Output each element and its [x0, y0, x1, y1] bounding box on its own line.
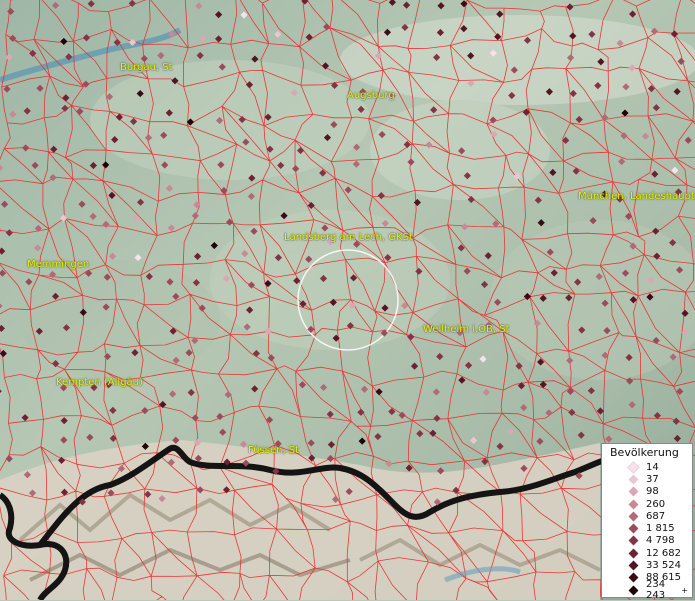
legend-item: 14: [606, 460, 688, 474]
place-label-burgau[interactable]: Burgau, St: [120, 62, 173, 73]
legend-swatch-icon: [628, 548, 639, 559]
place-label-augsburg[interactable]: Augsburg: [347, 90, 395, 101]
legend-item-label: 33 524: [646, 560, 681, 572]
legend-item-label: 260: [646, 498, 666, 510]
legend-item: 98: [606, 486, 688, 498]
legend-swatch-icon: [628, 560, 639, 571]
place-label-weilheim[interactable]: Weilheim i.OB, St: [423, 324, 510, 335]
legend-item-label: 14: [646, 461, 659, 473]
legend-title: Bevölkerung: [610, 446, 679, 459]
map-legend: Bevölkerung 14 37 98 260 687 1 815 4 798 12 682…: [601, 443, 693, 601]
legend-item-label: 4 798: [646, 535, 675, 547]
legend-item: 687: [606, 510, 688, 522]
legend-item: 37: [606, 473, 688, 485]
legend-swatch-icon: [628, 585, 639, 596]
legend-swatch-icon: [628, 572, 639, 583]
place-label-landsberg[interactable]: Landsberg am Lech, GKSt: [284, 232, 413, 243]
legend-swatch-icon: [628, 486, 639, 497]
legend-item-label: 687: [646, 510, 666, 522]
place-label-muenchen[interactable]: München, Landeshaupts: [578, 191, 695, 202]
legend-item: 12 682: [606, 547, 688, 559]
legend-item: 1 815: [606, 522, 688, 534]
legend-swatch-icon: [628, 535, 639, 546]
place-label-kempten[interactable]: Kempten (Allgäu): [56, 377, 143, 388]
legend-item-label: 1 815: [646, 523, 675, 535]
legend-list: 14 37 98 260 687 1 815 4 798 12 682 33 524 88 615…: [606, 460, 688, 601]
legend-item-label: 98: [646, 486, 659, 498]
legend-item-label: 234 243: [646, 579, 666, 601]
legend-swatch-icon: [628, 474, 639, 485]
place-label-memmingen[interactable]: Memmingen: [27, 259, 89, 270]
legend-swatch-icon: [627, 460, 640, 474]
legend-item-label: 37: [646, 473, 659, 485]
place-label-fuessen[interactable]: Füssen, St: [248, 445, 299, 456]
legend-item-label: 12 682: [646, 547, 681, 559]
legend-swatch-icon: [628, 523, 639, 534]
legend-swatch-icon: [628, 511, 639, 522]
legend-item: 260: [606, 498, 688, 510]
legend-item: 33 524: [606, 559, 688, 571]
legend-swatch-icon: [628, 499, 639, 509]
legend-item: 4 798: [606, 535, 688, 547]
legend-plus-mark: +: [681, 585, 688, 595]
legend-item: 234 243 +: [606, 579, 688, 601]
